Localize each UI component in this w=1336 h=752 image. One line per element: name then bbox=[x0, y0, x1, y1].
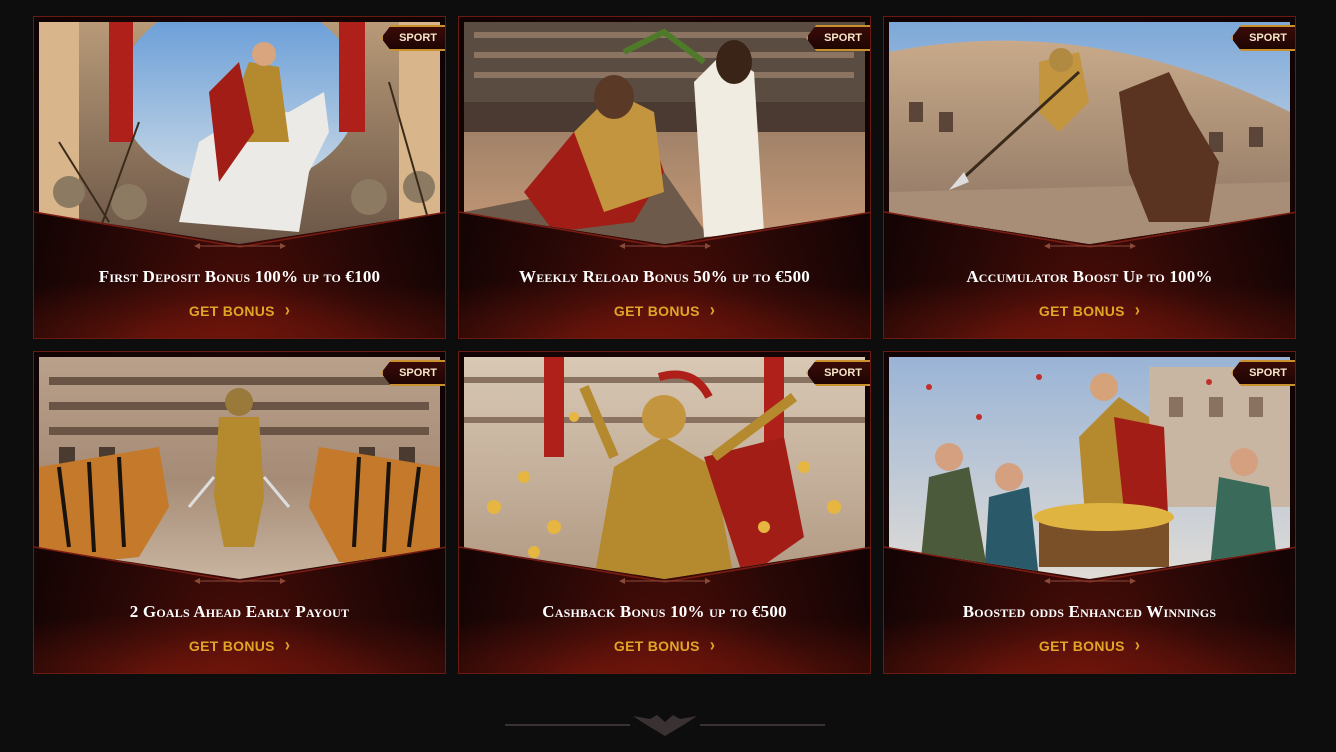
chevron-right-icon: › bbox=[709, 300, 716, 321]
promo-title: Accumulator Boost Up to 100% bbox=[966, 267, 1213, 286]
promo-card[interactable]: SPORT Weekly Reload Bonus 50% up to €500… bbox=[458, 16, 871, 339]
divider-ornament-icon bbox=[194, 578, 286, 584]
promo-card[interactable]: SPORT Accumulator Boost Up to 100% GET B… bbox=[883, 16, 1296, 339]
divider-ornament-icon bbox=[1044, 578, 1136, 584]
chevron-right-icon: › bbox=[284, 635, 291, 656]
get-bonus-button[interactable]: GET BONUS › bbox=[459, 300, 870, 321]
promo-card[interactable]: SPORT Boosted odds Enhanced Winnings GET… bbox=[883, 351, 1296, 674]
sport-badge: SPORT bbox=[381, 360, 445, 386]
promo-card[interactable]: SPORT Cashback Bonus 10% up to €500 GET … bbox=[458, 351, 871, 674]
get-bonus-button[interactable]: GET BONUS › bbox=[884, 635, 1295, 656]
sport-badge: SPORT bbox=[806, 360, 870, 386]
sport-badge: SPORT bbox=[381, 25, 445, 51]
get-bonus-label: GET BONUS bbox=[613, 637, 700, 654]
promo-image-warrior-and-horse bbox=[889, 22, 1290, 244]
promo-card[interactable]: SPORT 2 Goals Ahead Early Payout GET BON… bbox=[33, 351, 446, 674]
get-bonus-label: GET BONUS bbox=[188, 637, 275, 654]
promo-title: Cashback Bonus 10% up to €500 bbox=[542, 602, 787, 621]
sport-badge: SPORT bbox=[1231, 25, 1295, 51]
chevron-right-icon: › bbox=[709, 635, 716, 656]
get-bonus-label: GET BONUS bbox=[188, 302, 275, 319]
chevron-right-icon: › bbox=[1134, 300, 1141, 321]
sport-badge: SPORT bbox=[1231, 360, 1295, 386]
promo-title: Boosted odds Enhanced Winnings bbox=[962, 602, 1217, 621]
promotions-grid: SPORT First Deposit Bonus 100% up to €10… bbox=[33, 16, 1296, 674]
divider-ornament-icon bbox=[194, 243, 286, 249]
get-bonus-label: GET BONUS bbox=[1038, 637, 1125, 654]
promo-card[interactable]: SPORT First Deposit Bonus 100% up to €10… bbox=[33, 16, 446, 339]
sport-badge: SPORT bbox=[806, 25, 870, 51]
get-bonus-button[interactable]: GET BONUS › bbox=[34, 635, 445, 656]
get-bonus-label: GET BONUS bbox=[1038, 302, 1125, 319]
divider-ornament-icon bbox=[619, 578, 711, 584]
divider-ornament-icon bbox=[619, 243, 711, 249]
promo-image-gladiator-crowned bbox=[464, 22, 865, 244]
winged-emblem-icon bbox=[505, 715, 825, 736]
promo-image-emperor-with-treasure bbox=[889, 357, 1290, 579]
get-bonus-button[interactable]: GET BONUS › bbox=[459, 635, 870, 656]
promo-title: First Deposit Bonus 100% up to €100 bbox=[98, 267, 381, 286]
divider-ornament-icon bbox=[1044, 243, 1136, 249]
promo-image-warrior-with-coins bbox=[464, 357, 865, 579]
get-bonus-button[interactable]: GET BONUS › bbox=[34, 300, 445, 321]
chevron-right-icon: › bbox=[1134, 635, 1141, 656]
get-bonus-button[interactable]: GET BONUS › bbox=[884, 300, 1295, 321]
promo-title: Weekly Reload Bonus 50% up to €500 bbox=[519, 267, 810, 286]
get-bonus-label: GET BONUS bbox=[613, 302, 700, 319]
promo-title: 2 Goals Ahead Early Payout bbox=[129, 602, 350, 621]
promo-image-emperor-on-horse bbox=[39, 22, 440, 244]
chevron-right-icon: › bbox=[284, 300, 291, 321]
promo-image-gladiator-with-tigers bbox=[39, 357, 440, 579]
